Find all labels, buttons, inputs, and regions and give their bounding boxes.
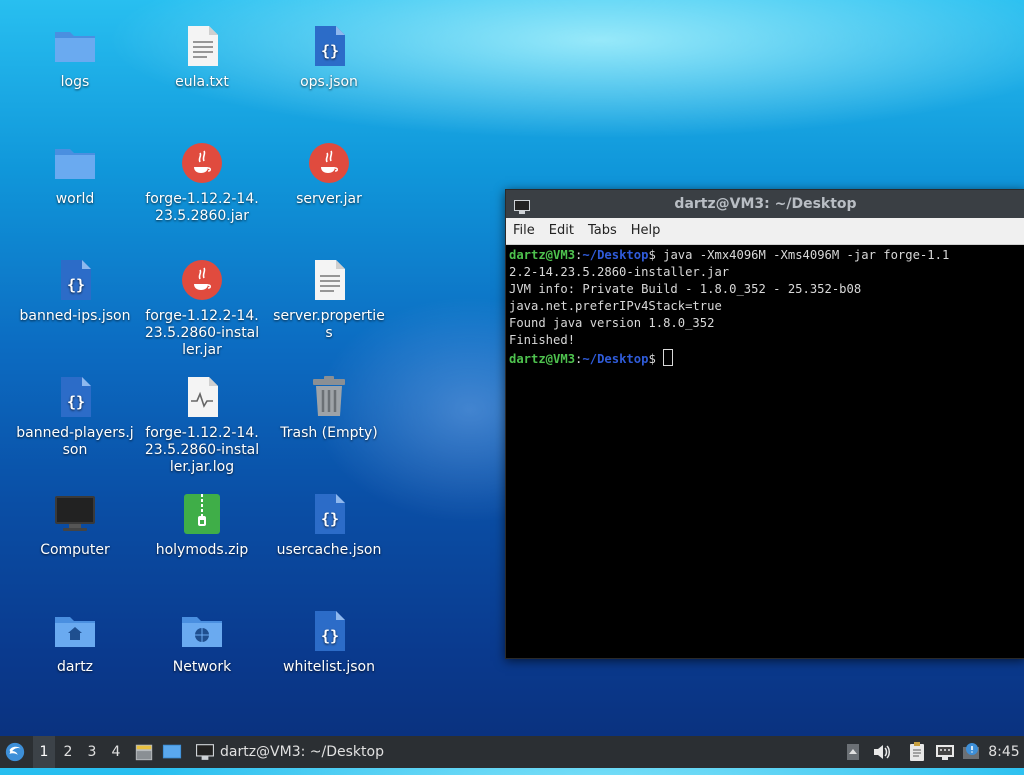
network-icon bbox=[936, 745, 954, 760]
desktop-icon-forge-installer-jar[interactable]: forge-1.12.2-14.23.5.2860-installer.jar bbox=[139, 256, 265, 359]
computer-icon bbox=[51, 490, 99, 538]
desktop-icon-holymods[interactable]: holymods.zip bbox=[139, 490, 265, 559]
network-folder-icon bbox=[178, 607, 226, 655]
svg-text:{}: {} bbox=[321, 510, 339, 528]
menu-tabs[interactable]: Tabs bbox=[581, 218, 624, 244]
log-file-icon bbox=[178, 373, 226, 421]
workspace-1[interactable]: 1 bbox=[33, 736, 55, 768]
taskbar: 1 2 3 4 dartz@VM3: ~/Desktop 8:45 bbox=[0, 736, 1024, 768]
json-file-icon: {} bbox=[51, 373, 99, 421]
output-line: JVM info: Private Build - 1.8.0_352 - 25… bbox=[509, 282, 862, 296]
network-button[interactable] bbox=[934, 741, 956, 763]
file-manager-launcher[interactable] bbox=[134, 736, 156, 768]
home-folder-icon bbox=[51, 607, 99, 655]
desktop-icon-whitelist[interactable]: {} whitelist.json bbox=[266, 607, 392, 676]
output-line: java.net.preferIPv4Stack=true bbox=[509, 299, 722, 313]
prompt-user: dartz@VM3 bbox=[509, 352, 576, 366]
task-title: dartz@VM3: ~/Desktop bbox=[220, 744, 384, 760]
terminal-icon bbox=[514, 196, 530, 214]
desktop-icon-banned-players[interactable]: {} banned-players.json bbox=[12, 373, 138, 459]
terminal-window[interactable]: dartz@VM3: ~/Desktop File Edit Tabs Help da… bbox=[505, 189, 1024, 659]
desktop-icon-usercache[interactable]: {} usercache.json bbox=[266, 490, 392, 559]
java-jar-icon bbox=[178, 139, 226, 187]
workspace-2[interactable]: 2 bbox=[57, 736, 79, 768]
desktop-icon-ops[interactable]: {} ops.json bbox=[266, 22, 392, 91]
desktop-icon-forge-jar[interactable]: forge-1.12.2-14.23.5.2860.jar bbox=[139, 139, 265, 225]
terminal-output[interactable]: dartz@VM3:~/Desktop$ java -Xmx4096M -Xms… bbox=[506, 245, 1024, 653]
json-file-icon: {} bbox=[305, 490, 353, 538]
svg-text:{}: {} bbox=[321, 627, 339, 645]
desktop-icon-trash[interactable]: Trash (Empty) bbox=[266, 373, 392, 442]
desktop-icon-eula[interactable]: eula.txt bbox=[139, 22, 265, 91]
terminal-menubar: File Edit Tabs Help bbox=[506, 218, 1024, 245]
lxqt-logo-icon bbox=[5, 742, 25, 762]
volume-button[interactable] bbox=[870, 741, 892, 763]
desktop-icon-network[interactable]: Network bbox=[139, 607, 265, 676]
svg-text:{}: {} bbox=[67, 276, 85, 294]
svg-text:{}: {} bbox=[321, 42, 339, 60]
folder-icon bbox=[51, 139, 99, 187]
text-file-icon bbox=[178, 22, 226, 70]
menu-edit[interactable]: Edit bbox=[542, 218, 581, 244]
taskbar-task-terminal[interactable]: dartz@VM3: ~/Desktop bbox=[192, 736, 386, 768]
desktop-icon-logs[interactable]: logs bbox=[12, 22, 138, 91]
workspace-3[interactable]: 3 bbox=[81, 736, 103, 768]
zip-file-icon bbox=[178, 490, 226, 538]
prompt-path: ~/Desktop bbox=[582, 248, 649, 262]
java-jar-icon bbox=[178, 256, 226, 304]
show-desktop-button[interactable] bbox=[162, 736, 184, 768]
trash-icon bbox=[305, 373, 353, 421]
text-cursor bbox=[663, 349, 674, 366]
desktop-icon-banned-ips[interactable]: {} banned-ips.json bbox=[12, 256, 138, 325]
prompt-path: ~/Desktop bbox=[582, 352, 649, 366]
clipboard-icon bbox=[910, 742, 924, 761]
desktop-icon bbox=[162, 744, 182, 759]
terminal-icon bbox=[196, 744, 214, 760]
notifications-button[interactable] bbox=[960, 741, 982, 763]
start-menu-button[interactable] bbox=[4, 736, 28, 768]
terminal-titlebar[interactable]: dartz@VM3: ~/Desktop bbox=[506, 190, 1024, 218]
terminal-title: dartz@VM3: ~/Desktop bbox=[674, 196, 857, 212]
speaker-icon bbox=[874, 745, 890, 759]
json-file-icon: {} bbox=[51, 256, 99, 304]
text-file-icon bbox=[305, 256, 353, 304]
svg-text:{}: {} bbox=[67, 393, 85, 411]
tray-expand-button[interactable] bbox=[842, 741, 864, 763]
desktop-icon-dartz[interactable]: dartz bbox=[12, 607, 138, 676]
menu-help[interactable]: Help bbox=[624, 218, 668, 244]
java-jar-icon bbox=[305, 139, 353, 187]
folder-icon bbox=[51, 22, 99, 70]
desktop-icon-computer[interactable]: Computer bbox=[12, 490, 138, 559]
desktop-icon-forge-installer-log[interactable]: forge-1.12.2-14.23.5.2860-installer.jar.… bbox=[139, 373, 265, 476]
clipboard-button[interactable] bbox=[906, 741, 928, 763]
command-text: java -Xmx4096M -Xms4096M -jar forge-1.1 … bbox=[509, 248, 950, 279]
json-file-icon: {} bbox=[305, 22, 353, 70]
chevron-up-icon bbox=[847, 744, 859, 760]
prompt-user: dartz@VM3 bbox=[509, 248, 576, 262]
menu-file[interactable]: File bbox=[506, 218, 542, 244]
clock[interactable]: 8:45 bbox=[986, 736, 1022, 768]
file-cabinet-icon bbox=[135, 744, 153, 761]
workspace-4[interactable]: 4 bbox=[105, 736, 127, 768]
output-line: Found java version 1.8.0_352 bbox=[509, 316, 715, 330]
desktop-icon-server-properties[interactable]: server.properties bbox=[266, 256, 392, 342]
output-line: Finished! bbox=[509, 333, 576, 347]
desktop-icon-world[interactable]: world bbox=[12, 139, 138, 208]
json-file-icon: {} bbox=[305, 607, 353, 655]
desktop-icon-server-jar[interactable]: server.jar bbox=[266, 139, 392, 208]
notification-icon bbox=[963, 743, 979, 759]
